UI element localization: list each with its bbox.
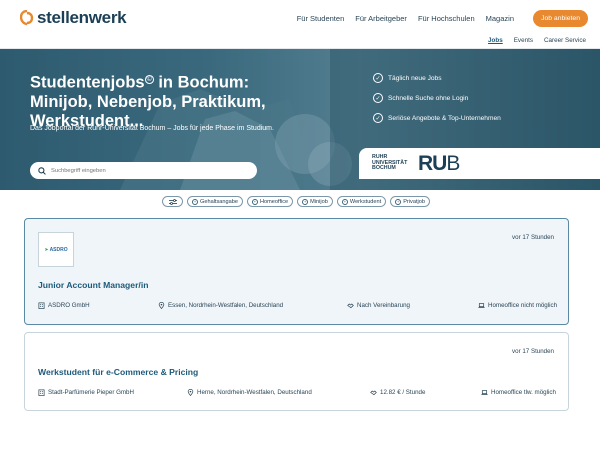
job-salary: 12.82 € / Stunde bbox=[370, 389, 425, 396]
sliders-icon bbox=[168, 198, 177, 205]
handshake-icon bbox=[347, 303, 354, 309]
job-homeoffice: Homeoffice nicht möglich bbox=[478, 302, 557, 309]
monogram-thin: B bbox=[446, 151, 460, 175]
nav-item-universities[interactable]: Für Hochschulen bbox=[418, 14, 475, 23]
homeoffice-text: Homeoffice nicht möglich bbox=[488, 302, 558, 309]
leaf-icon: ➤ bbox=[44, 246, 49, 253]
logo-text: stellenwerk bbox=[37, 8, 127, 27]
homeoffice-text: Homeoffice tlw. möglich bbox=[491, 389, 556, 396]
chip-label: Gehaltsangabe bbox=[200, 198, 238, 205]
filter-chips: + Gehaltsangabe + Homeoffice + Minijob + Wer… bbox=[162, 196, 430, 207]
benefit-item: ✓ Schnelle Suche ohne Login bbox=[373, 93, 501, 103]
main-nav: Für Studenten Für Arbeitgeber Für Hochsc… bbox=[297, 14, 514, 23]
building-icon bbox=[38, 302, 45, 309]
post-job-button[interactable]: Job anbieten bbox=[533, 10, 588, 27]
check-circle-icon: ✓ bbox=[373, 73, 383, 83]
posted-time: vor 17 Stunden bbox=[512, 348, 554, 355]
search-icon bbox=[38, 166, 46, 175]
salary-text: Nach Vereinbarung bbox=[357, 302, 410, 309]
hero-title: Studentenjobs © in Bochum: Minijob, Neben… bbox=[30, 70, 330, 131]
filter-chip-minijob[interactable]: + Minijob bbox=[297, 196, 333, 207]
filter-chip-salary[interactable]: + Gehaltsangabe bbox=[187, 196, 243, 207]
university-monogram: RUB bbox=[418, 151, 460, 176]
filter-toggle-button[interactable] bbox=[162, 196, 183, 207]
hero-title-line1b: in Bochum: bbox=[153, 73, 250, 92]
building-icon bbox=[38, 389, 45, 396]
monogram-bold: RU bbox=[418, 151, 447, 175]
sub-nav: Jobs Events Career Service bbox=[488, 37, 586, 44]
filter-chip-privatjob[interactable]: + Privatjob bbox=[390, 196, 430, 207]
benefits-list: ✓ Täglich neue Jobs ✓ Schnelle Suche ohn… bbox=[373, 73, 501, 133]
benefit-label: Täglich neue Jobs bbox=[388, 74, 442, 82]
nav-item-magazine[interactable]: Magazin bbox=[486, 14, 514, 23]
job-title[interactable]: Junior Account Manager/in bbox=[38, 280, 148, 290]
laptop-icon bbox=[481, 390, 488, 395]
chip-label: Homeoffice bbox=[259, 198, 289, 205]
job-company: Stadt-Parfümerie Pieper GmbH bbox=[38, 389, 134, 396]
subnav-item-career-service[interactable]: Career Service bbox=[544, 37, 586, 44]
job-card[interactable]: vor 17 Stunden Werkstudent für e-Commerc… bbox=[24, 332, 569, 411]
university-name-line3: BOCHUM bbox=[372, 165, 396, 172]
job-company: ASDRO GmbH bbox=[38, 302, 90, 309]
job-location: Essen, Nordrhein-Westfalen, Deutschland bbox=[158, 302, 283, 309]
check-circle-icon: ✓ bbox=[373, 113, 383, 123]
hero-subtitle: Das Jobportal der Ruhr-Universität Bochu… bbox=[30, 125, 274, 132]
subnav-item-jobs[interactable]: Jobs bbox=[488, 37, 503, 44]
university-logo: RUHR UNIVERSITÄT BOCHUM RUB bbox=[359, 148, 600, 179]
job-title[interactable]: Werkstudent für e-Commerce & Pricing bbox=[38, 367, 198, 377]
salary-text: 12.82 € / Stunde bbox=[380, 389, 426, 396]
logo-icon bbox=[20, 10, 34, 26]
job-card[interactable]: ➤ ASDRO vor 17 Stunden Junior Account Man… bbox=[24, 218, 569, 325]
hero-title-line2: Minijob, Nebenjob, Praktikum, bbox=[30, 92, 266, 111]
plus-circle-icon: + bbox=[302, 198, 309, 205]
chip-label: Werkstudent bbox=[349, 198, 382, 205]
filter-chip-werkstudent[interactable]: + Werkstudent bbox=[336, 196, 387, 207]
posted-time: vor 17 Stunden bbox=[512, 234, 554, 241]
chip-label: Minijob bbox=[310, 198, 328, 205]
search-input[interactable] bbox=[51, 167, 241, 174]
chip-label: Privatjob bbox=[403, 198, 425, 205]
university-name: RUHR UNIVERSITÄT BOCHUM bbox=[372, 154, 412, 172]
benefit-label: Seriöse Angebote & Top-Unternehmen bbox=[388, 114, 501, 122]
benefit-item: ✓ Täglich neue Jobs bbox=[373, 73, 501, 83]
top-bar: stellenwerk Für Studenten Für Arbeitgebe… bbox=[0, 0, 600, 34]
check-circle-icon: ✓ bbox=[373, 93, 383, 103]
plus-circle-icon: + bbox=[341, 198, 348, 205]
handshake-icon bbox=[370, 390, 377, 396]
company-logo-text: ASDRO bbox=[49, 246, 68, 253]
job-salary: Nach Vereinbarung bbox=[347, 302, 410, 309]
company-name: Stadt-Parfümerie Pieper GmbH bbox=[48, 389, 134, 396]
hero-title-mark: © bbox=[144, 75, 154, 84]
location-pin-icon bbox=[187, 389, 194, 396]
subnav-item-events[interactable]: Events bbox=[514, 37, 533, 44]
job-homeoffice: Homeoffice tlw. möglich bbox=[481, 389, 556, 396]
nav-item-employers[interactable]: Für Arbeitgeber bbox=[355, 14, 407, 23]
plus-circle-icon: + bbox=[251, 198, 258, 205]
plus-circle-icon: + bbox=[395, 198, 402, 205]
hero-banner: Studentenjobs © in Bochum: Minijob, Neben… bbox=[0, 49, 600, 190]
job-location: Herne, Nordrhein-Westfalen, Deutschland bbox=[187, 389, 312, 396]
company-name: ASDRO GmbH bbox=[48, 302, 90, 309]
search-bar[interactable] bbox=[30, 162, 257, 179]
benefit-label: Schnelle Suche ohne Login bbox=[388, 94, 469, 102]
benefit-item: ✓ Seriöse Angebote & Top-Unternehmen bbox=[373, 113, 501, 123]
logo[interactable]: stellenwerk bbox=[20, 8, 127, 28]
plus-circle-icon: + bbox=[192, 198, 198, 205]
hero-title-line1: Studentenjobs bbox=[30, 73, 145, 92]
nav-item-students[interactable]: Für Studenten bbox=[297, 14, 345, 23]
location-text: Essen, Nordrhein-Westfalen, Deutschland bbox=[168, 302, 284, 309]
filter-chip-homeoffice[interactable]: + Homeoffice bbox=[246, 196, 294, 207]
location-pin-icon bbox=[158, 302, 165, 309]
location-text: Herne, Nordrhein-Westfalen, Deutschland bbox=[197, 389, 312, 396]
laptop-icon bbox=[478, 303, 485, 308]
company-logo: ➤ ASDRO bbox=[38, 232, 74, 267]
